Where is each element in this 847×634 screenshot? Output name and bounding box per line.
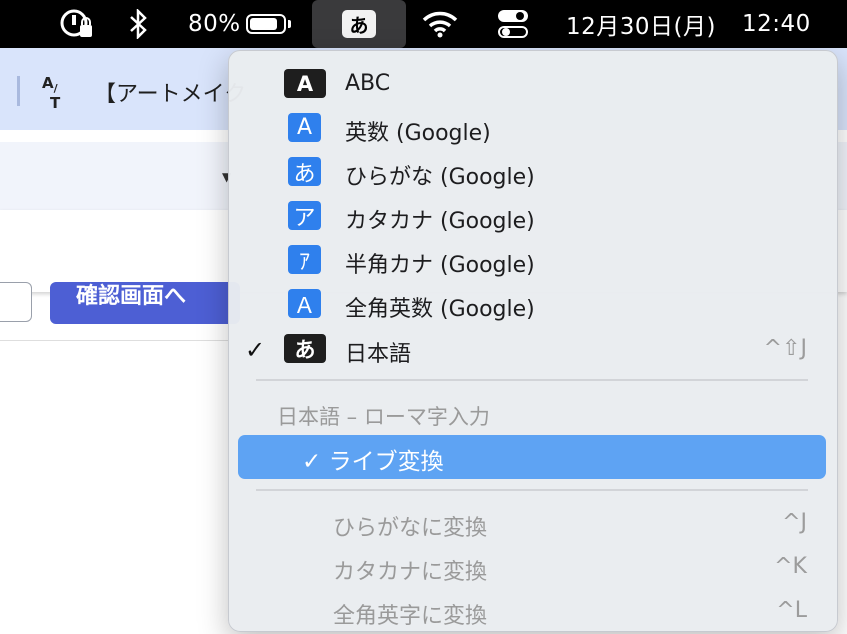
divider (0, 340, 230, 341)
keyboard-shortcut: ^L (776, 598, 807, 623)
menu-item-label: 英数 (Google) (345, 121, 491, 146)
menubar-date[interactable]: 12月30日(月) (566, 0, 716, 48)
menu-section-header: 日本語 – ローマ字入力 (277, 405, 490, 429)
hankaku-kana-icon: ｱ (288, 245, 321, 275)
control-center-icon[interactable] (498, 0, 528, 48)
menu-separator (256, 379, 808, 381)
back-button[interactable] (0, 282, 32, 322)
menu-item-abc[interactable]: A ABC (229, 63, 837, 107)
confirm-screen-button[interactable]: 確認画面へ (50, 282, 240, 324)
katakana-icon: ア (288, 201, 321, 231)
input-source-menu: A ABC A 英数 (Google) あ ひらがな (Google) ア カタ… (228, 50, 838, 632)
input-source-menu-button[interactable]: あ (312, 0, 406, 48)
menu-separator (256, 489, 808, 491)
hiragana-icon: あ (288, 157, 321, 187)
menu-item-label: カタカナ (Google) (345, 209, 535, 234)
menu-item-to-katakana[interactable]: カタカナに変換 ^K (229, 546, 837, 590)
menu-item-to-hiragana[interactable]: ひらがなに変換 ^J (229, 502, 837, 546)
keyboard-shortcut: ^K (774, 554, 807, 579)
bluetooth-icon[interactable] (128, 0, 150, 48)
menu-item-label: ひらがな (Google) (345, 165, 535, 190)
menu-item-label: カタカナに変換 (333, 560, 488, 585)
menu-item-label: 全角英数 (Google) (345, 297, 535, 322)
keyboard-shortcut: ^J (782, 510, 807, 535)
eisu-icon: A (288, 113, 321, 142)
menubar-time[interactable]: 12:40 (742, 0, 811, 48)
zenkaku-eisu-icon: Ａ (288, 289, 321, 319)
wifi-icon[interactable] (422, 0, 458, 48)
document-title: 【アートメイク (94, 82, 247, 107)
menu-item-hankaku-kana-google[interactable]: ｱ 半角カナ (Google) (229, 239, 837, 283)
toolbar-divider (17, 76, 20, 106)
menu-item-label: ライブ変換 (328, 449, 444, 475)
japanese-icon: あ (284, 334, 326, 363)
abc-icon: A (284, 69, 326, 98)
menu-item-japanese[interactable]: ✓ あ 日本語 ^⇧J (229, 328, 837, 372)
battery-icon[interactable] (246, 0, 291, 48)
input-source-badge: あ (342, 10, 376, 38)
menu-item-to-zenkaku-alpha[interactable]: 全角英字に変換 ^L (229, 590, 837, 634)
menu-item-eisu-google[interactable]: A 英数 (Google) (229, 107, 837, 151)
translate-icon[interactable]: A/T (42, 76, 60, 111)
menu-item-hiragana-google[interactable]: あ ひらがな (Google) (229, 151, 837, 195)
menu-bar: 80% あ 12月30日(月) 12:40 (0, 0, 847, 48)
menu-item-label: ABC (345, 71, 391, 96)
keyboard-shortcut: ^⇧J (763, 336, 807, 361)
battery-percent: 80% (188, 11, 241, 37)
menu-item-live-conversion[interactable]: ✓ ライブ変換 (238, 435, 826, 479)
menu-item-label: ひらがなに変換 (333, 516, 488, 541)
live-conversion-label: ✓ ライブ変換 (302, 442, 444, 476)
screen-time-lock-icon[interactable] (58, 0, 94, 48)
checkmark-icon: ✓ (302, 449, 322, 475)
menu-item-katakana-google[interactable]: ア カタカナ (Google) (229, 195, 837, 239)
checkmark-icon: ✓ (245, 336, 266, 364)
menu-item-label: 半角カナ (Google) (345, 253, 535, 278)
menu-item-zenkaku-eisu-google[interactable]: Ａ 全角英数 (Google) (229, 283, 837, 327)
menu-item-label: 全角英字に変換 (333, 604, 488, 629)
menu-item-label: 日本語 (345, 342, 412, 367)
